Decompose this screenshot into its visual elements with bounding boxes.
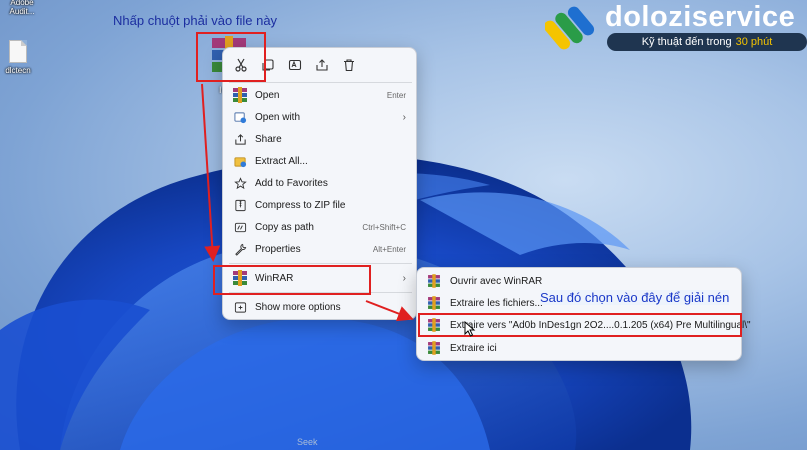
tagline-highlight: 30 phút: [735, 36, 773, 48]
annotation-bottom: Sau đó chọn vào đây để giải nén: [540, 290, 730, 305]
arrow-down: [201, 83, 221, 262]
annotation-arrows: [201, 83, 414, 322]
arrow-right: [365, 300, 414, 322]
tagline-text: Kỹ thuật đến trong: [641, 36, 732, 48]
taskbar-search-hint: Seek: [297, 437, 318, 447]
brand-name: doloziservice: [605, 1, 796, 33]
brand-logo-icon: [545, 6, 595, 50]
annotation-top: Nhấp chuột phải vào file này: [113, 13, 278, 28]
brand-tagline: Kỹ thuật đến trong 30 phút: [607, 33, 807, 51]
mouse-pointer-icon: [464, 321, 476, 337]
brand-watermark: doloziservice Kỹ thuật đến trong 30 phút: [545, 0, 807, 54]
